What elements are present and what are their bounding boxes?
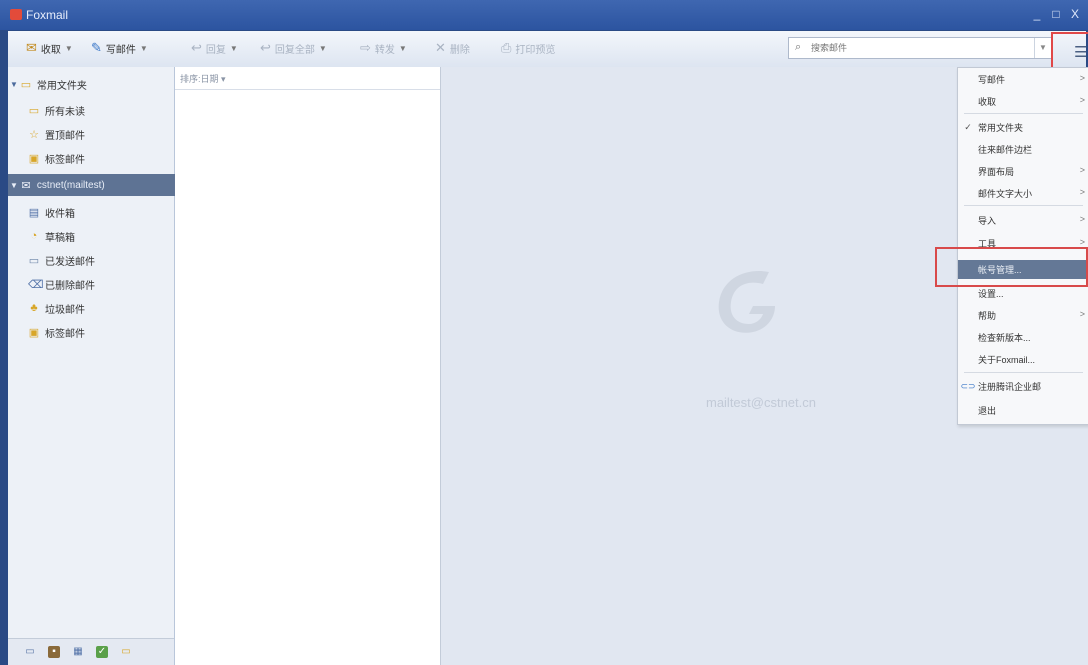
delete-button[interactable]: ✕ 删除 [435,39,470,57]
window-title: Foxmail [26,8,69,22]
delete-icon: ✕ [435,40,446,55]
sidebar-item-tagged[interactable]: ▣ 标签邮件 [28,147,194,169]
close-button[interactable]: X [1068,7,1082,21]
mail-view-icon[interactable]: ▭ [24,646,36,658]
sidebar-bottom-bar: ▭ ▪ ▦ ✓ ▭ [8,638,174,665]
foxmail-logo-icon [10,9,22,20]
draft-icon: ◔ [30,230,38,242]
sidebar-item-sent[interactable]: ▭ 已发送邮件 [28,249,194,271]
trash-icon: ⌫ [28,278,44,291]
print-preview-button[interactable]: ⎙ 打印预览 [501,39,555,57]
sidebar: ▼ ▭ 常用文件夹 ▭ 所有未读 ☆ 置顶邮件 ▣ 标签邮件 ▼ ✉ cstne… [8,67,176,665]
calendar-icon[interactable]: ▦ [72,646,84,658]
tag-icon: ▣ [28,326,40,339]
chevron-down-icon[interactable]: ▼ [65,44,73,53]
tag-icon: ▣ [28,152,40,165]
menu-separator [964,205,1083,206]
chevron-down-icon[interactable]: ▼ [399,44,407,53]
menu-item-font-size[interactable]: 邮件文字大小 > [958,184,1088,202]
menu-item-register-exmail[interactable]: ⊂⊃ 注册腾讯企业邮 [958,377,1088,395]
receive-button[interactable]: ✉ 收取 ▼ [26,39,73,57]
message-list[interactable]: 排序:日期 ▾ [175,67,441,665]
expand-arrow-icon[interactable]: ▼ [10,181,18,190]
chevron-down-icon[interactable]: ▼ [140,44,148,53]
search-icon: ⌕ [795,41,802,53]
compose-button[interactable]: ✎ 写邮件 ▼ [91,39,148,57]
printer-icon: ⎙ [501,40,512,55]
search-box[interactable]: ⌕ ▼ [788,37,1052,59]
junk-icon: ♣ [30,302,38,314]
sidebar-item-account-tagged[interactable]: ▣ 标签邮件 [28,321,194,343]
chevron-right-icon: > [1079,95,1085,105]
pen-icon: ✎ [91,40,102,55]
reply-all-button[interactable]: ↩ 回复全部 ▼ [260,39,327,57]
menu-separator [964,372,1083,373]
expand-arrow-icon[interactable]: ▼ [10,80,18,89]
menu-item-help[interactable]: 帮助 > [958,306,1088,324]
minimize-button[interactable]: _ [1030,7,1044,21]
sidebar-item-account[interactable]: ▼ ✉ cstnet(mailtest) [8,174,176,196]
chevron-down-icon[interactable]: ▼ [230,44,238,53]
sidebar-item-drafts[interactable]: ◔ 草稿箱 [28,225,194,247]
chevron-right-icon: > [1079,309,1085,319]
forward-button[interactable]: ⇨ 转发 ▼ [360,39,407,57]
star-icon: ☆ [29,128,39,141]
chevron-right-icon: > [1079,73,1085,83]
exmail-icon: ⊂⊃ [960,380,976,391]
chevron-right-icon: > [1079,187,1085,197]
menu-item-about[interactable]: 关于Foxmail... [958,350,1088,368]
sidebar-item-deleted[interactable]: ⌫ 已删除邮件 [28,273,194,295]
app-window: Foxmail _ □ X ✉ 收取 ▼ ✎ 写邮件 ▼ ↩ 回复 ▼ ↩ 回复… [0,0,1088,665]
sort-label[interactable]: 排序:日期 ▾ [180,72,226,85]
sidebar-item-common-folders[interactable]: ▼ ▭ 常用文件夹 [10,73,176,95]
folder-icon: ▭ [20,78,32,91]
chevron-right-icon: > [1079,214,1085,224]
sidebar-item-inbox[interactable]: ▤ 收件箱 [28,201,194,223]
reply-icon: ↩ [191,40,202,55]
foxmail-watermark-icon [718,271,775,333]
sidebar-item-all-unread[interactable]: ▭ 所有未读 [28,99,194,121]
maximize-button[interactable]: □ [1049,7,1063,21]
sort-header[interactable]: 排序:日期 ▾ [175,67,440,90]
account-icon: ✉ [21,179,31,192]
checkmark-icon: ✓ [964,121,972,132]
menu-item-contact-sidebar[interactable]: 往来邮件边栏 [958,140,1088,158]
forward-icon: ⇨ [360,40,371,55]
menu-item-check-update[interactable]: 检查新版本... [958,328,1088,346]
menu-separator [964,113,1083,114]
chevron-down-icon[interactable]: ▼ [319,44,327,53]
menu-item-import[interactable]: 导入 > [958,211,1088,229]
menu-item-layout[interactable]: 界面布局 > [958,162,1088,180]
chevron-right-icon: > [1079,237,1085,247]
sidebar-item-junk[interactable]: ♣ 垃圾邮件 [28,297,194,319]
annotation-highlight-box [935,247,1088,287]
notes-icon[interactable]: ▭ [120,646,132,658]
menu-item-compose[interactable]: 写邮件 > [958,70,1088,88]
chevron-down-icon[interactable]: ▼ [1034,38,1051,58]
menu-item-exit[interactable]: 退出 [958,401,1088,419]
mailbox-icon: ✉ [26,40,37,55]
sidebar-item-pinned[interactable]: ☆ 置顶邮件 [28,123,194,145]
menu-item-receive[interactable]: 收取 > [958,92,1088,110]
folder-icon: ▭ [28,104,40,117]
chevron-right-icon: > [1079,165,1085,175]
tasks-icon[interactable]: ✓ [96,646,108,658]
reply-button[interactable]: ↩ 回复 ▼ [191,39,238,57]
contacts-icon[interactable]: ▪ [48,646,60,658]
menu-item-common-folders[interactable]: ✓ 常用文件夹 [958,118,1088,136]
search-input[interactable] [809,40,1013,56]
inbox-icon: ▤ [28,206,40,219]
title-bar: Foxmail _ □ X [0,0,1088,30]
reply-all-icon: ↩ [260,40,271,55]
sent-icon: ▭ [28,254,40,267]
hamburger-menu-icon: ☰ [1074,44,1088,61]
account-email-watermark: mailtest@cstnet.cn [705,395,816,410]
main-menu-dropdown: 写邮件 > 收取 > ✓ 常用文件夹 往来邮件边栏 界面布局 > 邮件文字大小 … [957,67,1088,425]
toolbar: ✉ 收取 ▼ ✎ 写邮件 ▼ ↩ 回复 ▼ ↩ 回复全部 ▼ ⇨ 转发 ▼ ✕ … [8,31,1088,71]
